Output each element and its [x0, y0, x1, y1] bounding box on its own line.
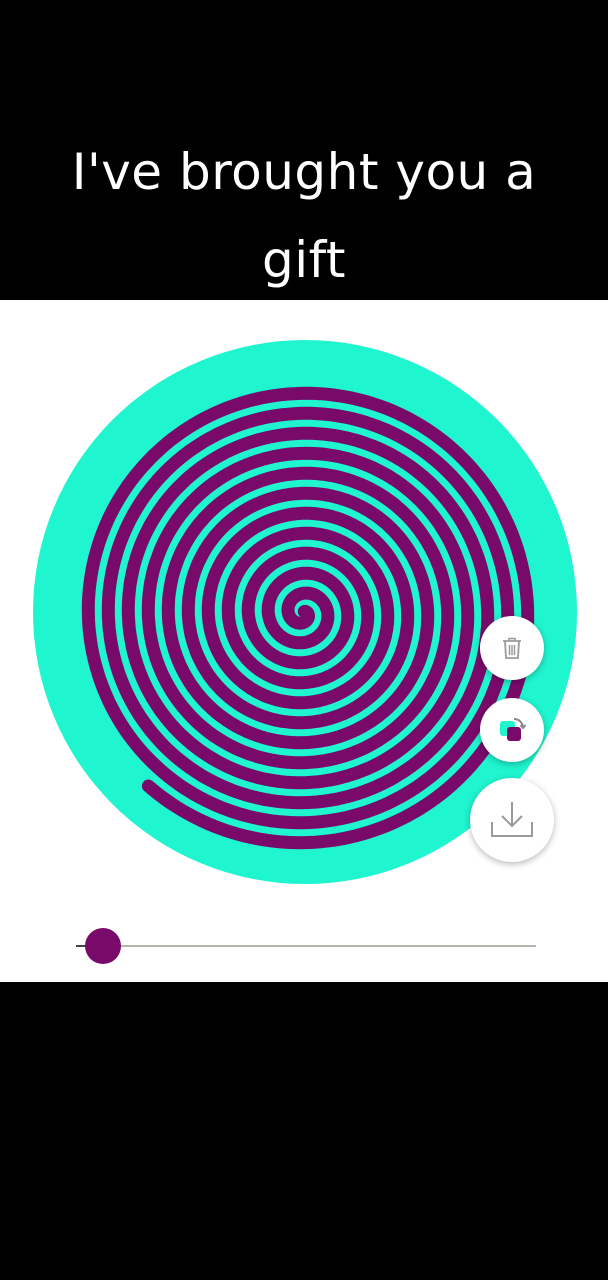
layers-button[interactable] — [480, 698, 544, 762]
slider-thumb[interactable] — [85, 928, 121, 964]
slider-track[interactable] — [76, 945, 536, 947]
caption-line-2: gift — [262, 231, 346, 289]
size-slider[interactable] — [76, 926, 536, 966]
delete-button[interactable] — [480, 616, 544, 680]
caption-text: I've brought you a gift — [0, 128, 608, 298]
trash-icon — [503, 637, 521, 659]
layers-icon — [500, 717, 527, 741]
caption-line-1: I've brought you a — [71, 143, 537, 201]
download-button[interactable] — [470, 778, 554, 862]
download-icon — [491, 802, 533, 837]
drawing-canvas[interactable] — [0, 300, 608, 982]
